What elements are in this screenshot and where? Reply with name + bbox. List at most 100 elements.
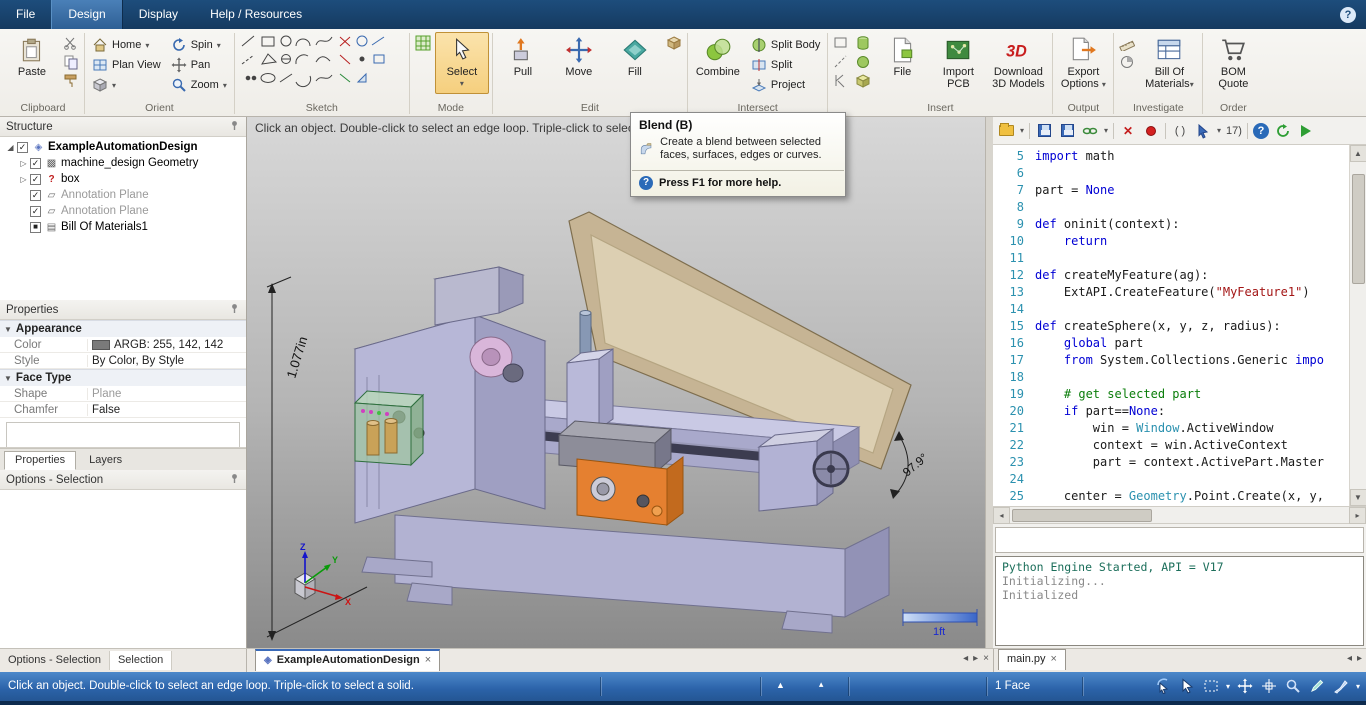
brush-tool-icon[interactable]: [1332, 677, 1350, 695]
vertical-scroll-thumb[interactable]: [1352, 174, 1365, 284]
expand-dock-icon[interactable]: ▲: [766, 677, 795, 693]
save-icon[interactable]: [1035, 122, 1053, 140]
pin-icon[interactable]: [229, 473, 240, 487]
pencil-tool-icon[interactable]: [1308, 677, 1326, 695]
document-tab[interactable]: ◈ExampleAutomationDesign×: [255, 649, 440, 671]
mass-properties-icon[interactable]: [1118, 54, 1136, 70]
measure-icon[interactable]: [1118, 35, 1136, 51]
horizontal-scroll-thumb[interactable]: [1012, 509, 1152, 522]
format-painter-icon[interactable]: [62, 73, 80, 89]
doc-tab-close-icon[interactable]: ×: [983, 653, 989, 664]
block-icon[interactable]: [665, 35, 683, 51]
editor-horizontal-scrollbar[interactable]: ◂ ▸: [993, 507, 1366, 524]
paste-button[interactable]: Paste: [5, 32, 59, 94]
property-value[interactable]: By Color, By Style: [88, 355, 246, 367]
visibility-checkbox[interactable]: ✓: [30, 206, 41, 217]
viewport-3d[interactable]: 1.077in 97.9° Z Y X 1ft Click: [247, 117, 985, 648]
tree-item[interactable]: ▷✓?box: [0, 171, 246, 187]
tree-item[interactable]: ◢✓◈ExampleAutomationDesign: [0, 139, 246, 155]
editor-vertical-scrollbar[interactable]: ▲ ▼: [1349, 145, 1366, 506]
import-pcb-button[interactable]: Import PCB: [931, 32, 985, 94]
run-script-icon[interactable]: [1297, 122, 1315, 140]
menu-tab-display[interactable]: Display: [123, 0, 194, 29]
script-tab-prev-icon[interactable]: ◂: [1347, 653, 1352, 664]
scroll-left-icon[interactable]: ◂: [993, 507, 1010, 524]
home-button[interactable]: Home▾: [88, 36, 165, 54]
close-icon[interactable]: ×: [425, 654, 431, 666]
insert-plane-icon[interactable]: [832, 35, 850, 51]
link-icon[interactable]: [1081, 122, 1099, 140]
bottom-tab-options-selection[interactable]: Options - Selection: [0, 651, 110, 670]
visibility-checkbox[interactable]: ✓: [17, 142, 28, 153]
pin-icon[interactable]: [229, 120, 240, 134]
panel-splitter[interactable]: [985, 117, 993, 648]
pointer-icon[interactable]: [1178, 677, 1196, 695]
doc-tab-next-icon[interactable]: ▸: [973, 653, 978, 664]
insert-file-button[interactable]: File: [875, 32, 929, 94]
expander-icon[interactable]: ▷: [17, 175, 30, 184]
plan-view-button[interactable]: Plan View: [88, 56, 165, 74]
expander-icon[interactable]: ◢: [4, 143, 17, 152]
shell-icon[interactable]: [854, 73, 872, 89]
cylinder-icon[interactable]: [854, 35, 872, 51]
spin-button[interactable]: Spin▾: [167, 36, 231, 54]
bottom-tab-selection[interactable]: Selection: [110, 651, 172, 670]
menu-tab-file[interactable]: File: [0, 0, 51, 29]
marquee-select-icon[interactable]: [1202, 677, 1220, 695]
command-input[interactable]: [995, 527, 1364, 553]
download-3d-models-button[interactable]: 3D Download 3D Models: [987, 32, 1049, 94]
menu-tab-help-resources[interactable]: Help / Resources: [194, 0, 318, 29]
code-editor[interactable]: 5678910111213141516171819202122232425 im…: [993, 145, 1366, 507]
panel-tab-layers[interactable]: Layers: [78, 451, 133, 470]
bom-quote-button[interactable]: BOM Quote: [1206, 32, 1260, 94]
combine-button[interactable]: Combine: [691, 32, 745, 94]
visibility-checkbox[interactable]: ✓: [30, 158, 41, 169]
move-button[interactable]: Move: [552, 32, 606, 94]
project-button[interactable]: Project: [747, 76, 825, 94]
menu-tab-design[interactable]: Design: [51, 0, 122, 29]
tree-item[interactable]: ▷✓▩machine_design Geometry: [0, 155, 246, 171]
insert-point-icon[interactable]: [832, 73, 850, 89]
zoom-tool-icon[interactable]: [1284, 677, 1302, 695]
tools-dropdown-icon[interactable]: ▾: [1356, 682, 1360, 691]
tree-item[interactable]: ✓▱Annotation Plane: [0, 187, 246, 203]
insert-parens-icon[interactable]: ( ): [1171, 122, 1189, 140]
model-canvas[interactable]: 1.077in 97.9° Z Y X 1ft: [247, 117, 985, 648]
property-section-header[interactable]: ▼Face Type: [0, 369, 246, 386]
pull-button[interactable]: Pull: [496, 32, 550, 94]
fill-button[interactable]: Fill: [608, 32, 662, 94]
export-options-button[interactable]: Export Options ▾: [1056, 32, 1110, 94]
cursor-dropdown-icon[interactable]: ▾: [1217, 126, 1221, 135]
scroll-up-icon[interactable]: ▲: [1350, 145, 1366, 162]
refresh-icon[interactable]: [1274, 122, 1292, 140]
sketch-tool-grid[interactable]: [238, 32, 406, 90]
zoom-button[interactable]: Zoom▾: [167, 76, 231, 94]
open-dropdown-icon[interactable]: ▾: [1020, 126, 1024, 135]
tree-item[interactable]: ✓▱Annotation Plane: [0, 203, 246, 219]
pan-button[interactable]: Pan: [167, 56, 231, 74]
script-tab-next-icon[interactable]: ▸: [1357, 653, 1362, 664]
select-button[interactable]: Select ▾: [435, 32, 489, 94]
open-folder-icon[interactable]: [997, 122, 1015, 140]
pin-icon[interactable]: [229, 303, 240, 317]
view-options-button[interactable]: ▾: [88, 76, 165, 94]
cut-icon[interactable]: [62, 35, 80, 51]
split-body-button[interactable]: Split Body: [747, 36, 825, 54]
cursor-mode-icon[interactable]: [1194, 122, 1212, 140]
bill-of-materials-button[interactable]: Bill Of Materials▾: [1139, 32, 1199, 94]
editor-help-icon[interactable]: ?: [1253, 123, 1269, 139]
delete-icon[interactable]: ✕: [1119, 122, 1137, 140]
color-swatch[interactable]: [92, 340, 110, 350]
visibility-checkbox[interactable]: ■: [30, 222, 41, 233]
insert-axis-icon[interactable]: [832, 54, 850, 70]
record-icon[interactable]: [1142, 122, 1160, 140]
visibility-checkbox[interactable]: ✓: [30, 174, 41, 185]
tree-item[interactable]: ■▤Bill Of Materials1: [0, 219, 246, 235]
property-value[interactable]: False: [88, 404, 246, 416]
smart-pointer-icon[interactable]: [1154, 677, 1172, 695]
property-section-header[interactable]: ▼Appearance: [0, 320, 246, 337]
split-button[interactable]: Split: [747, 56, 825, 74]
scroll-down-icon[interactable]: ▼: [1350, 489, 1366, 506]
sphere-icon[interactable]: [854, 54, 872, 70]
code-text[interactable]: import math part = None def oninit(conte…: [1029, 145, 1349, 506]
